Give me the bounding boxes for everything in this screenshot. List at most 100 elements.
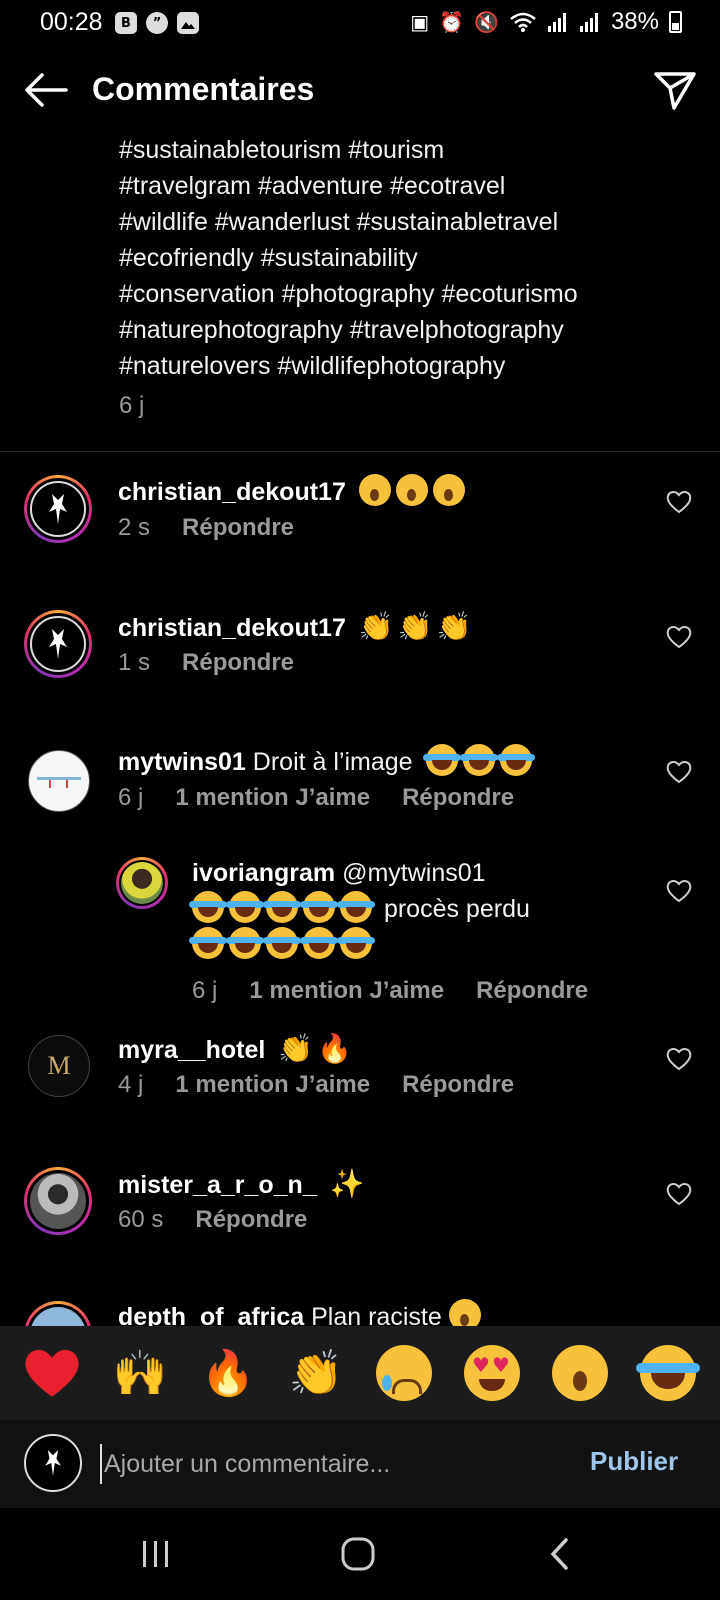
signal-icon: [579, 13, 598, 32]
reply-button[interactable]: Répondre: [182, 514, 294, 542]
comment-item: depth_of_africa Plan raciste: [0, 1297, 720, 1326]
comment-username[interactable]: christian_dekout17: [118, 614, 346, 642]
avatar[interactable]: [24, 475, 92, 543]
header: Commentaires: [0, 56, 720, 128]
mention-link[interactable]: @mytwins01: [342, 859, 485, 887]
divider: [0, 451, 720, 452]
caption-line: #travelgram #adventure #ecotravel: [119, 172, 506, 200]
system-nav-bar: [0, 1508, 720, 1600]
back-arrow-icon[interactable]: [22, 70, 70, 110]
clap-emoji-icon: 👏: [358, 610, 394, 643]
comment-username[interactable]: depth_of_africa: [118, 1303, 304, 1326]
lol-emoji-icon: [422, 744, 461, 776]
avatar[interactable]: [116, 857, 168, 909]
wow-reaction-icon[interactable]: [551, 1344, 609, 1402]
like-heart-icon[interactable]: [666, 760, 692, 784]
comment-time: 4 j: [118, 1071, 144, 1098]
likes-count[interactable]: 1 mention J’aime: [175, 1071, 370, 1099]
caption-line: #naturelovers #wildlifephotography: [119, 352, 506, 380]
reply-item: ivoriangram @mytwins01 procès perdu 6 j …: [0, 855, 720, 1015]
like-heart-icon[interactable]: [666, 1182, 692, 1206]
comment-input[interactable]: [100, 1444, 560, 1484]
like-heart-icon[interactable]: [666, 879, 692, 903]
reply-button[interactable]: Répondre: [195, 1206, 307, 1234]
wow-emoji-icon: [395, 474, 428, 506]
sparkles-emoji-icon: ✨: [329, 1167, 365, 1200]
my-avatar: [24, 1434, 82, 1492]
caption-line: #wildlife #wanderlust #sustainabletravel: [119, 208, 559, 236]
avatar[interactable]: M: [28, 1035, 90, 1097]
system-icons: ▣ ⏰ 🔇 38%: [410, 8, 682, 36]
page-title: Commentaires: [92, 71, 315, 107]
caption-line: #sustainabletourism #tourism: [119, 136, 445, 164]
raising-hands-reaction-icon[interactable]: 🙌: [111, 1344, 169, 1402]
heart-eyes-reaction-icon[interactable]: [463, 1344, 521, 1402]
likes-count[interactable]: 1 mention J’aime: [249, 977, 444, 1005]
fire-emoji-icon: 🔥: [317, 1032, 352, 1065]
lol-emoji-icon: [300, 927, 338, 959]
avatar[interactable]: [24, 1167, 92, 1235]
home-icon[interactable]: [328, 1530, 388, 1578]
comment-item: mytwins01 Droit à l’image 6 j 1 mention …: [0, 740, 720, 860]
lol-emoji-icon: [189, 927, 227, 959]
comment-username[interactable]: myra__hotel: [118, 1036, 265, 1064]
lol-emoji-icon: [189, 891, 227, 923]
battery-icon: [669, 11, 682, 33]
quick-reactions-bar: 🙌 🔥 👏: [0, 1326, 720, 1420]
avatar[interactable]: [24, 1301, 92, 1326]
signal-icon: [547, 13, 566, 32]
status-time: 00:28: [40, 8, 103, 36]
fire-reaction-icon[interactable]: 🔥: [199, 1344, 257, 1402]
comment-username[interactable]: mister_a_r_o_n_: [118, 1171, 317, 1199]
like-heart-icon[interactable]: [666, 490, 692, 514]
reply-button[interactable]: Répondre: [476, 977, 588, 1005]
comment-time: 2 s: [118, 514, 151, 541]
recent-apps-icon[interactable]: [126, 1530, 186, 1578]
notification-icons: B ”: [115, 12, 199, 34]
comment-username[interactable]: mytwins01: [118, 748, 246, 776]
wow-emoji-icon: [358, 474, 391, 506]
like-heart-icon[interactable]: [666, 625, 692, 649]
reply-button[interactable]: Répondre: [182, 649, 294, 677]
likes-count[interactable]: 1 mention J’aime: [175, 784, 370, 812]
comment-username[interactable]: christian_dekout17: [118, 478, 346, 506]
wow-emoji-icon: [432, 474, 465, 506]
post-caption: #sustainabletourism #tourism #travelgram…: [119, 132, 709, 384]
battery-percent: 38%: [610, 8, 659, 35]
clap-emoji-icon: 👏: [436, 610, 472, 643]
clap-reaction-icon[interactable]: 👏: [287, 1344, 345, 1402]
reply-button[interactable]: Répondre: [402, 1071, 514, 1099]
comment-username[interactable]: ivoriangram: [192, 859, 335, 887]
quote-icon: ”: [146, 12, 168, 34]
clap-emoji-icon: 👏: [397, 610, 433, 643]
comment-text: procès perdu: [383, 895, 530, 923]
caption-line: #conservation #photography #ecoturismo: [119, 280, 578, 308]
back-nav-icon[interactable]: [530, 1530, 590, 1578]
caption-time: 6 j: [119, 392, 145, 419]
caption-line: #ecofriendly #sustainability: [119, 244, 418, 272]
sad-emoji-icon: [448, 1299, 481, 1326]
comment-text: Droit à l’image: [252, 748, 413, 776]
heart-reaction-icon[interactable]: [23, 1344, 81, 1402]
reply-button[interactable]: Répondre: [402, 784, 514, 812]
lol-emoji-icon: [337, 891, 375, 923]
lol-emoji-icon: [263, 927, 301, 959]
like-heart-icon[interactable]: [666, 1047, 692, 1071]
lol-emoji-icon: [337, 927, 375, 959]
comment-time: 6 j: [192, 977, 218, 1004]
avatar[interactable]: [24, 610, 92, 678]
image-icon: [177, 12, 199, 34]
b-icon: B: [115, 12, 137, 34]
comment-composer: Publier: [0, 1420, 720, 1508]
lol-emoji-icon: [226, 927, 264, 959]
lol-emoji-icon: [300, 891, 338, 923]
crying-reaction-icon[interactable]: [375, 1344, 433, 1402]
comment-item: christian_dekout17 👏 👏 👏 1 s Répondre: [0, 605, 720, 725]
status-bar: 00:28 B ” ▣ ⏰ 🔇 38%: [0, 0, 720, 48]
send-icon[interactable]: [652, 68, 698, 114]
lol-reaction-icon[interactable]: [636, 1344, 700, 1402]
avatar[interactable]: [28, 750, 90, 812]
comment-time: 60 s: [118, 1206, 164, 1233]
publish-button[interactable]: Publier: [590, 1446, 678, 1477]
lol-emoji-icon: [459, 744, 498, 776]
